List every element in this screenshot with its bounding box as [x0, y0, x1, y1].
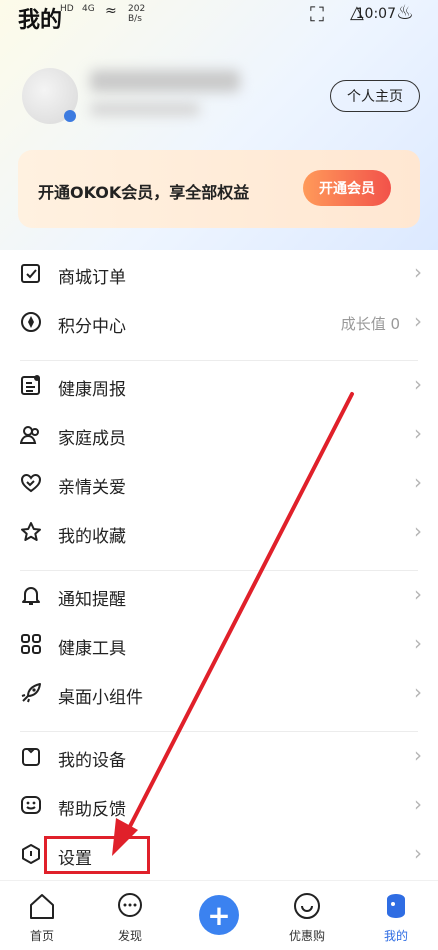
deals-icon — [277, 889, 337, 923]
tab-label: 发现 — [117, 929, 142, 943]
annotation-arrow — [112, 392, 354, 856]
bottom-tab-bar: 首页 发现 + 优惠购 我的 — [0, 880, 438, 950]
chat-bubble-icon — [100, 889, 160, 923]
tab-home[interactable]: 首页 — [12, 889, 72, 944]
tab-discover[interactable]: 发现 — [100, 889, 160, 944]
profile-icon — [366, 889, 426, 923]
home-icon — [12, 889, 72, 923]
tab-deals[interactable]: 优惠购 — [277, 889, 337, 944]
tab-label: 优惠购 — [288, 929, 325, 943]
add-button[interactable]: + — [199, 895, 239, 935]
tab-mine[interactable]: 我的 — [366, 889, 426, 944]
tab-label: 首页 — [29, 929, 54, 943]
tab-label: 我的 — [383, 929, 408, 943]
